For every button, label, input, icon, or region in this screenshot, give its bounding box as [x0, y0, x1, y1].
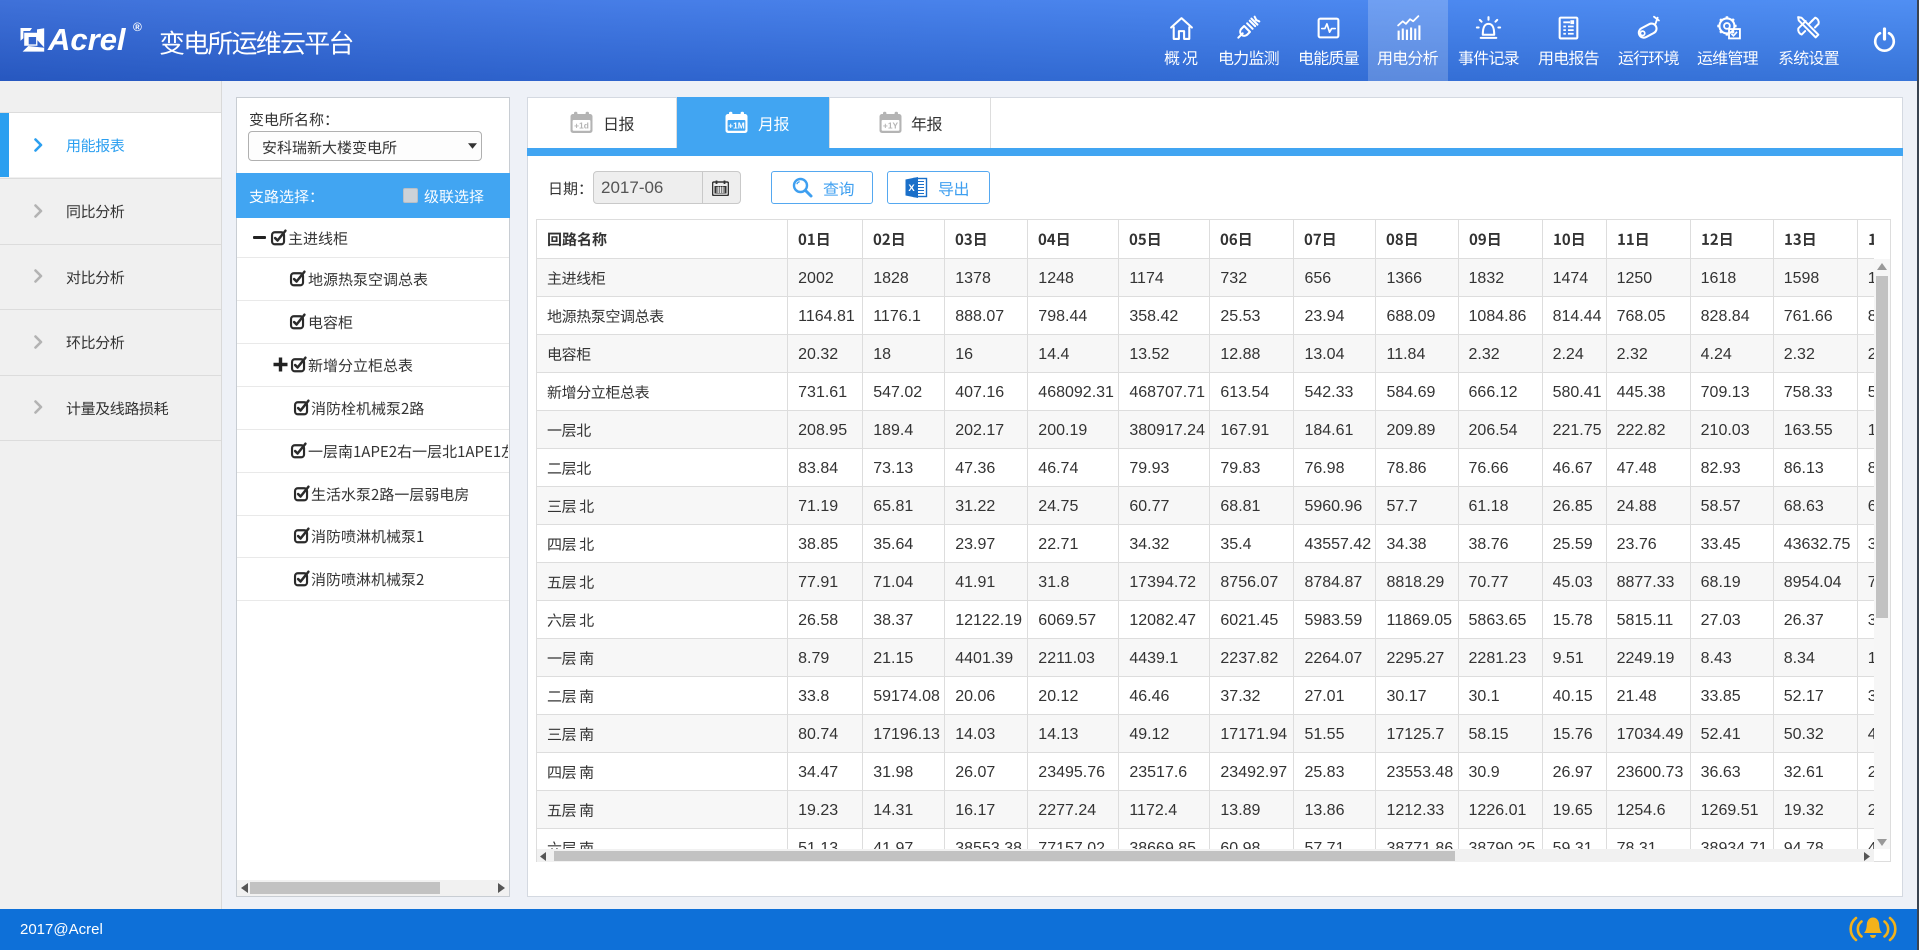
svg-text:+1d: +1d — [574, 121, 589, 131]
svg-text:+1Y: +1Y — [883, 121, 899, 131]
svg-text:+1M: +1M — [728, 121, 745, 131]
svg-text:X: X — [908, 183, 915, 194]
